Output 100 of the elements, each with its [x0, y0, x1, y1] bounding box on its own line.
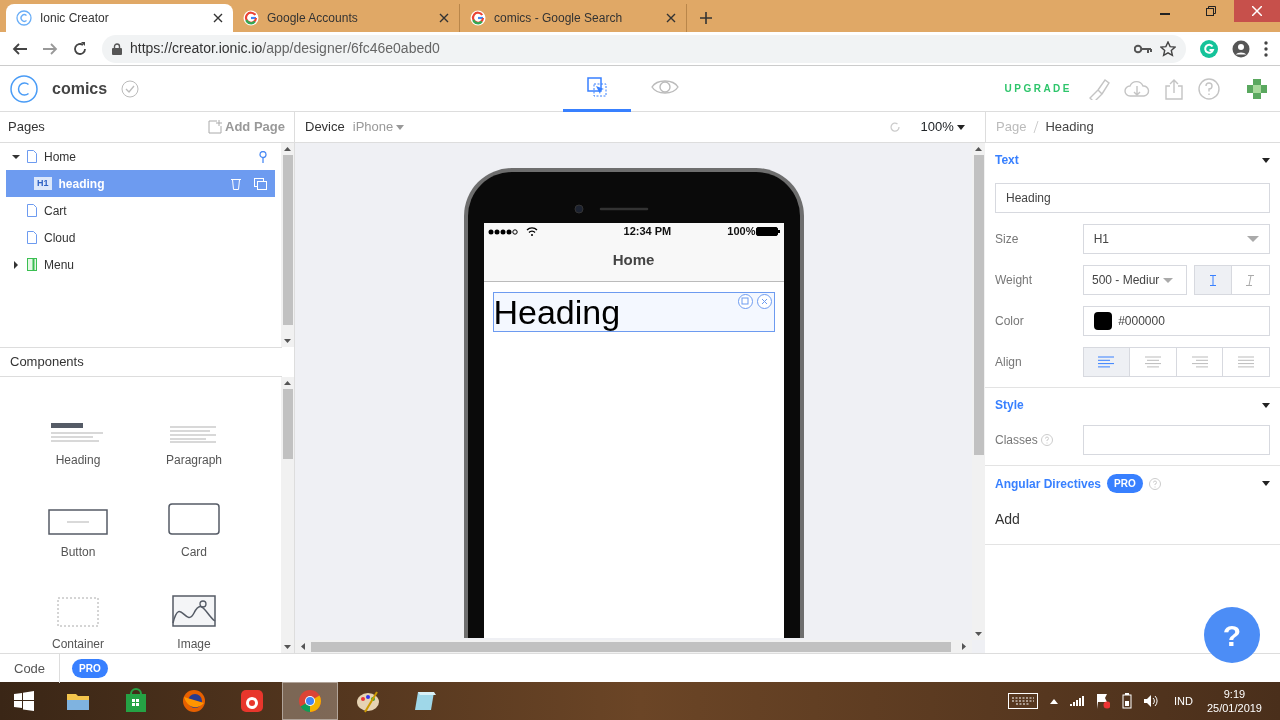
- language-indicator[interactable]: IND: [1174, 692, 1193, 710]
- caret-icon: [1163, 277, 1174, 283]
- zoom-dropdown[interactable]: 100%: [920, 117, 965, 137]
- component-label[interactable]: Card: [181, 543, 207, 561]
- page-tree-item[interactable]: H1 heading: [6, 170, 275, 197]
- expanded-caret-icon[interactable]: [1262, 157, 1270, 163]
- page-tree-item[interactable]: Cloud: [6, 224, 275, 251]
- key-icon[interactable]: [1134, 43, 1152, 54]
- section-title[interactable]: Style: [995, 396, 1024, 414]
- battery-icon[interactable]: [1122, 693, 1132, 709]
- project-name: comics: [52, 78, 108, 99]
- cursor-select-icon: [587, 77, 608, 97]
- page-icon: [27, 204, 37, 217]
- align-center-icon: [1145, 356, 1162, 368]
- scroll-left-icon[interactable]: [301, 643, 305, 650]
- page-tree-item[interactable]: Cart: [6, 197, 275, 224]
- menu-icon[interactable]: [1264, 40, 1268, 57]
- color-swatch[interactable]: [1093, 312, 1112, 330]
- scrollbar-thumb[interactable]: [973, 155, 984, 455]
- field-label: Weight: [995, 272, 1034, 289]
- restore-icon[interactable]: [1206, 6, 1216, 16]
- component-label[interactable]: Image: [177, 635, 211, 653]
- browser-tab[interactable]: comics - Google Search: [460, 4, 687, 32]
- scroll-up-icon[interactable]: [284, 381, 291, 385]
- close-icon[interactable]: [213, 13, 223, 23]
- button-icon[interactable]: [48, 509, 108, 535]
- field-label: Color: [995, 313, 1025, 330]
- size-dropdown[interactable]: H1: [1082, 224, 1270, 254]
- reload-icon[interactable]: [72, 40, 88, 57]
- classes-input[interactable]: [1082, 425, 1270, 455]
- pro-badge: PRO: [1107, 474, 1143, 493]
- pin-icon[interactable]: [259, 150, 267, 163]
- text-cursor-icon: [1207, 274, 1218, 286]
- signal-dots-icon: [487, 228, 520, 235]
- camera-app-icon[interactable]: [239, 688, 265, 714]
- back-icon[interactable]: [12, 40, 28, 57]
- page-tree-item[interactable]: Menu: [6, 251, 275, 278]
- forward-icon[interactable]: [42, 40, 58, 57]
- duplicate-icon[interactable]: [254, 177, 267, 190]
- scroll-down-icon[interactable]: [975, 632, 982, 636]
- caret-icon: [396, 124, 405, 130]
- shopping-bag-icon[interactable]: [123, 688, 149, 714]
- align-left-button[interactable]: [1083, 348, 1131, 376]
- windows-start-icon[interactable]: [14, 691, 34, 711]
- component-label[interactable]: Container: [52, 635, 104, 653]
- device-label: Device: [305, 118, 345, 137]
- speaker-icon[interactable]: [1144, 694, 1158, 708]
- menu-page-icon: [27, 258, 37, 271]
- battery-icon: [755, 227, 780, 236]
- scroll-right-icon[interactable]: [962, 643, 966, 650]
- show-hidden-icons-icon[interactable]: [1050, 698, 1058, 704]
- scrollbar-thumb[interactable]: [311, 641, 951, 652]
- heading-text: Heading: [493, 293, 621, 331]
- scrollbar-thumb[interactable]: [282, 155, 293, 325]
- page-icon: [27, 150, 37, 163]
- collapsed-caret-icon[interactable]: [12, 260, 20, 269]
- scroll-up-icon[interactable]: [284, 147, 291, 151]
- italic-icon: [1245, 274, 1256, 286]
- star-icon[interactable]: [1160, 40, 1176, 57]
- google-logo-icon: [470, 10, 486, 26]
- browser-tab[interactable]: Ionic Creator: [6, 4, 233, 32]
- caret-icon: [1247, 236, 1259, 242]
- expanded-caret-icon[interactable]: [12, 152, 20, 161]
- trash-icon[interactable]: [231, 177, 241, 190]
- chrome-icon[interactable]: [297, 688, 323, 714]
- scroll-down-icon[interactable]: [284, 645, 291, 649]
- scroll-up-icon[interactable]: [975, 147, 982, 151]
- browser-tab[interactable]: Google Accounts: [233, 4, 460, 32]
- close-icon[interactable]: [666, 13, 676, 23]
- field-label: Classes: [995, 432, 1038, 449]
- card-icon[interactable]: [168, 503, 220, 535]
- expanded-caret-icon[interactable]: [1262, 481, 1270, 486]
- keyboard-icon[interactable]: [1008, 693, 1038, 709]
- section-title[interactable]: Angular Directives: [995, 474, 1102, 493]
- network-signal-icon[interactable]: [1070, 696, 1084, 706]
- text-input[interactable]: Heading: [995, 183, 1270, 213]
- account-icon[interactable]: [1232, 39, 1250, 58]
- image-icon[interactable]: [172, 595, 216, 627]
- expanded-caret-icon[interactable]: [1262, 402, 1270, 408]
- component-label[interactable]: Paragraph: [165, 451, 222, 469]
- section-title[interactable]: Text: [995, 151, 1019, 169]
- scroll-down-icon[interactable]: [284, 339, 291, 343]
- component-label[interactable]: Heading: [55, 451, 101, 469]
- weight-dropdown[interactable]: 500 - Mediur: [1083, 265, 1187, 295]
- color-field[interactable]: #000000: [1082, 306, 1270, 336]
- font-style-toggle-group[interactable]: [1193, 265, 1270, 295]
- align-left-icon: [1098, 356, 1115, 368]
- close-icon[interactable]: [439, 13, 449, 23]
- status-time: 12:34 PM: [622, 224, 673, 240]
- bold-toggle[interactable]: [1194, 266, 1232, 294]
- component-label[interactable]: Button: [60, 543, 96, 561]
- heading-icon[interactable]: [51, 423, 105, 443]
- panel-title: Components: [10, 353, 84, 372]
- add-page-icon: [207, 120, 222, 134]
- page-tree-item[interactable]: Home: [6, 143, 275, 170]
- scrollbar-thumb[interactable]: [282, 389, 293, 459]
- system-clock[interactable]: 9:19 25/01/2019: [1206, 687, 1262, 715]
- add-directive-link[interactable]: Add: [995, 509, 1020, 530]
- flag-icon[interactable]: [1096, 693, 1110, 709]
- new-tab-icon[interactable]: [699, 11, 713, 25]
